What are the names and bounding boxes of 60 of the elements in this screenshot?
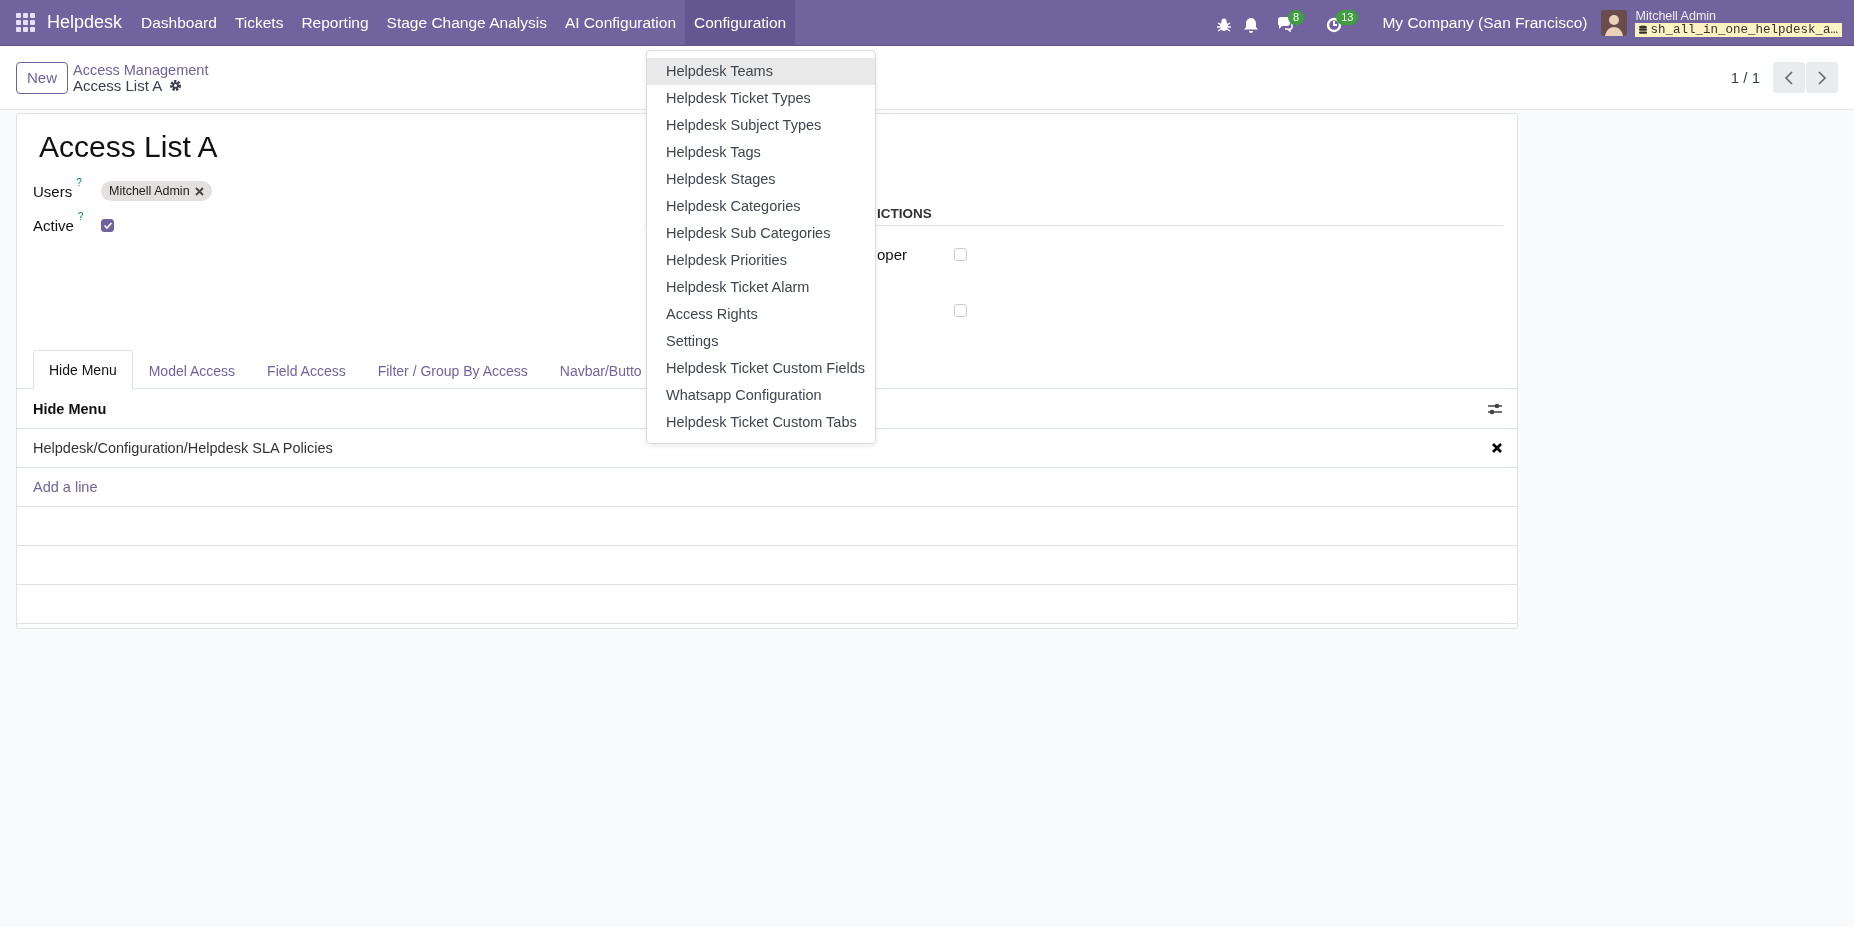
avatar-icon[interactable] [1601, 9, 1628, 36]
gear-icon[interactable] [169, 79, 183, 92]
dropdown-item[interactable]: Helpdesk Ticket Custom Tabs [647, 409, 875, 436]
table-cell: Helpdesk/Configuration/Helpdesk SLA Policies [33, 440, 333, 456]
menu-item[interactable]: Tickets [225, 0, 293, 46]
active-checkbox[interactable] [101, 218, 114, 232]
activity-count: 13 [1336, 10, 1359, 25]
tab[interactable]: Model Access [132, 351, 252, 389]
dropdown-item[interactable]: Helpdesk Subject Types [647, 112, 875, 139]
activities-button[interactable]: 13 [1326, 12, 1359, 33]
dropdown-item[interactable]: Helpdesk Teams [647, 58, 875, 85]
database-icon [1639, 25, 1648, 34]
menu-item[interactable]: Stage Change Analysis [377, 0, 556, 46]
delete-icon[interactable] [1492, 443, 1502, 453]
checkbox[interactable] [954, 303, 967, 317]
breadcrumb-link[interactable]: Access Management [73, 61, 209, 78]
dropdown-item[interactable]: Access Rights [647, 301, 875, 328]
message-count: 8 [1288, 10, 1305, 25]
column-header: Hide Menu [33, 400, 107, 417]
dropdown-item[interactable]: Helpdesk Priorities [647, 247, 875, 274]
menu-item[interactable]: Configuration [685, 0, 796, 46]
new-button[interactable]: New [16, 61, 68, 94]
tab[interactable]: Hide Menu [33, 350, 133, 389]
user-tag: Mitchell Admin [101, 181, 212, 201]
chat-icon [1277, 17, 1295, 32]
check-icon [102, 220, 113, 230]
database-name: sh_all_in_one_helpdesk_a… [1635, 22, 1842, 37]
menu-item[interactable]: Reporting [292, 0, 378, 46]
clock-icon [1326, 16, 1343, 33]
help-mark[interactable]: ? [76, 176, 82, 188]
dropdown-item[interactable]: Helpdesk Stages [647, 166, 875, 193]
chevron-right-icon [1817, 70, 1827, 85]
apps-grid-icon[interactable] [16, 13, 35, 32]
dropdown-item[interactable]: Whatsapp Configuration [647, 382, 875, 409]
dropdown-item[interactable]: Helpdesk Tags [647, 139, 875, 166]
sliders-icon[interactable] [1488, 401, 1502, 416]
user-name[interactable]: Mitchell Admin [1635, 8, 1842, 23]
dropdown-item[interactable]: Helpdesk Ticket Custom Fields [647, 355, 875, 382]
dropdown-item[interactable]: Settings [647, 328, 875, 355]
field-label: Users [33, 182, 73, 200]
menu-item[interactable]: Dashboard [132, 0, 226, 46]
field-label: oper [877, 245, 909, 263]
pager-value: 1 / 1 [1730, 69, 1760, 86]
field-label: Active [33, 216, 74, 234]
tab[interactable]: Filter / Group By Access [361, 351, 544, 389]
dropdown-item[interactable]: Helpdesk Ticket Types [647, 85, 875, 112]
checkbox[interactable] [954, 247, 967, 261]
remove-icon[interactable] [194, 186, 204, 196]
help-mark[interactable]: ? [77, 210, 84, 222]
tab[interactable]: Field Access [251, 351, 362, 389]
chevron-left-icon [1784, 70, 1794, 85]
dropdown-item[interactable]: Helpdesk Ticket Alarm [647, 274, 875, 301]
app-name[interactable]: Helpdesk [47, 12, 123, 33]
menu-item[interactable]: AI Configuration [555, 0, 686, 46]
tab[interactable]: Navbar/Butto [543, 351, 643, 389]
breadcrumb-current: Access List A [73, 77, 163, 94]
messages-button[interactable]: 8 [1277, 13, 1305, 32]
record-title: Access List A [39, 130, 219, 164]
company-switcher[interactable]: My Company (San Francisco) [1382, 13, 1588, 32]
add-line-link[interactable]: Add a line [33, 479, 98, 495]
